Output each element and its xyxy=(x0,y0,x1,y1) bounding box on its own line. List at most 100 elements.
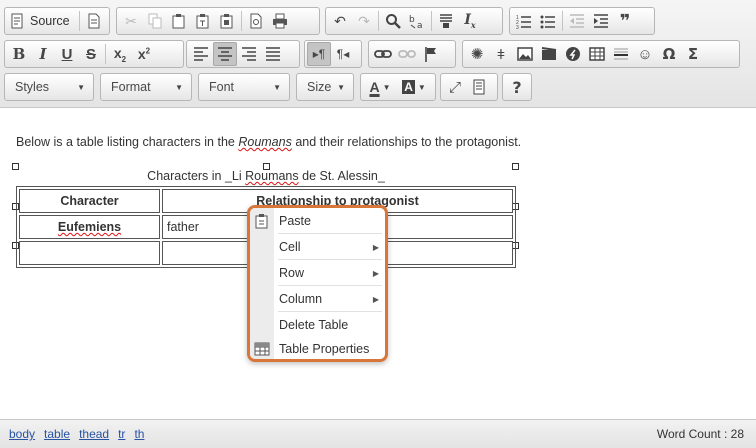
anchor-button[interactable] xyxy=(419,42,443,66)
strike-button[interactable]: S xyxy=(79,42,103,66)
flash-media-button[interactable] xyxy=(561,42,585,66)
replace-button[interactable]: ba xyxy=(405,9,429,33)
image-button[interactable] xyxy=(513,42,537,66)
font-label: Font xyxy=(209,80,235,94)
context-menu-item-paste[interactable]: Paste xyxy=(250,208,385,234)
iframe-button[interactable]: ǂ xyxy=(489,42,513,66)
breadcrumb-body[interactable]: body xyxy=(9,427,35,441)
math-button[interactable]: Σ xyxy=(681,42,705,66)
omega-icon: Ω xyxy=(662,45,676,63)
toolbar-group-clipboard: ✂ xyxy=(116,7,320,35)
templates-button[interactable] xyxy=(82,9,106,33)
horizontal-rule-button[interactable] xyxy=(609,42,633,66)
context-menu-item-delete-table[interactable]: Delete Table xyxy=(250,312,385,338)
superscript-button[interactable]: x2 xyxy=(132,42,156,66)
header-cell-character[interactable]: Character xyxy=(19,189,160,213)
ltr-button[interactable]: ▸¶ xyxy=(307,42,331,66)
breadcrumb-table[interactable]: table xyxy=(44,427,70,441)
context-menu-item-column[interactable]: Column ▶ xyxy=(250,286,385,312)
video-icon xyxy=(541,47,557,60)
separator xyxy=(105,44,106,64)
about-button[interactable]: ? xyxy=(505,75,529,99)
resize-handle-top-right[interactable] xyxy=(512,163,519,170)
table-cell[interactable] xyxy=(19,241,160,265)
size-label: Size xyxy=(307,80,332,94)
menu-item-label: Column xyxy=(279,292,323,306)
chevron-down-icon: ▼ xyxy=(77,82,85,92)
breadcrumb-tr[interactable]: tr xyxy=(118,427,125,441)
format-dropdown[interactable]: Format ▼ xyxy=(100,73,192,101)
align-center-button[interactable] xyxy=(213,42,237,66)
remove-format-icon: Ix xyxy=(464,12,476,30)
context-menu-item-table-properties[interactable]: Table Properties xyxy=(250,336,385,359)
table-icon xyxy=(254,342,270,356)
context-menu-item-cell[interactable]: Cell ▶ xyxy=(250,234,385,260)
rtl-button[interactable]: ¶◂ xyxy=(331,42,355,66)
table-button[interactable] xyxy=(585,42,609,66)
video-button[interactable] xyxy=(537,42,561,66)
flash-button[interactable]: ✺ xyxy=(465,42,489,66)
bulleted-list-button[interactable] xyxy=(536,9,560,33)
resize-handle-top-center[interactable] xyxy=(263,163,270,170)
underline-button[interactable]: U xyxy=(55,42,79,66)
align-left-button[interactable] xyxy=(189,42,213,66)
redo-button[interactable]: ↷ xyxy=(352,9,376,33)
numbered-list-icon: 123 xyxy=(516,15,531,29)
paste-text-icon xyxy=(196,14,209,29)
toolbar-group-basicstyles: B I U S x2 x2 xyxy=(4,40,184,68)
paste-text-button[interactable] xyxy=(191,9,215,33)
table-cell[interactable]: Eufemiens xyxy=(19,215,160,239)
align-justify-button[interactable] xyxy=(261,42,285,66)
blockquote-button[interactable]: ❞ xyxy=(613,9,637,33)
link-button[interactable] xyxy=(371,42,395,66)
breadcrumb-th[interactable]: th xyxy=(134,427,144,441)
subscript-button[interactable]: x2 xyxy=(108,42,132,66)
font-dropdown[interactable]: Font ▼ xyxy=(198,73,290,101)
intro-text-before: Below is a table listing characters in t… xyxy=(16,135,239,149)
cut-button[interactable]: ✂ xyxy=(119,9,143,33)
toolbar-group-align xyxy=(186,40,300,68)
find-button[interactable] xyxy=(381,9,405,33)
maximize-button[interactable]: ⤢ xyxy=(443,75,467,99)
show-blocks-button[interactable] xyxy=(467,75,491,99)
word-count: Word Count : 28 xyxy=(656,427,744,441)
maximize-icon: ⤢ xyxy=(448,78,461,96)
unlink-button[interactable] xyxy=(395,42,419,66)
context-menu-item-row[interactable]: Row ▶ xyxy=(250,260,385,286)
select-all-button[interactable] xyxy=(434,9,458,33)
size-dropdown[interactable]: Size ▼ xyxy=(296,73,354,101)
print-button[interactable] xyxy=(268,9,292,33)
numbered-list-button[interactable]: 123 xyxy=(512,9,536,33)
resize-handle-top-left[interactable] xyxy=(12,163,19,170)
italic-icon: I xyxy=(39,45,47,63)
source-button[interactable]: Source xyxy=(7,9,77,33)
remove-format-button[interactable]: Ix xyxy=(458,9,482,33)
svg-text:b: b xyxy=(409,15,415,25)
decrease-indent-button[interactable] xyxy=(565,9,589,33)
smiley-button[interactable]: ☺ xyxy=(633,42,657,66)
styles-dropdown[interactable]: Styles ▼ xyxy=(4,73,94,101)
toolbar-group-insert: ✺ ǂ ☺ Ω Σ xyxy=(462,40,740,68)
special-char-button[interactable]: Ω xyxy=(657,42,681,66)
increase-indent-button[interactable] xyxy=(589,9,613,33)
align-left-icon xyxy=(194,47,208,61)
format-label: Format xyxy=(111,80,151,94)
italic-button[interactable]: I xyxy=(31,42,55,66)
separator xyxy=(79,11,80,31)
align-right-button[interactable] xyxy=(237,42,261,66)
undo-button[interactable]: ↶ xyxy=(328,9,352,33)
indent-icon xyxy=(594,14,608,28)
paste-button[interactable] xyxy=(167,9,191,33)
background-color-button[interactable]: A ▼ xyxy=(397,75,431,99)
paste-word-button[interactable] xyxy=(215,9,239,33)
copy-button[interactable] xyxy=(143,9,167,33)
breadcrumb-thead[interactable]: thead xyxy=(79,427,109,441)
search-icon xyxy=(386,14,401,29)
text-color-button[interactable]: A ▼ xyxy=(363,75,397,99)
bold-button[interactable]: B xyxy=(7,42,31,66)
chevron-down-icon: ▼ xyxy=(175,82,183,92)
bulleted-list-icon xyxy=(540,15,555,29)
chevron-down-icon: ▼ xyxy=(417,82,426,92)
separator xyxy=(431,11,432,31)
preview-button[interactable] xyxy=(244,9,268,33)
